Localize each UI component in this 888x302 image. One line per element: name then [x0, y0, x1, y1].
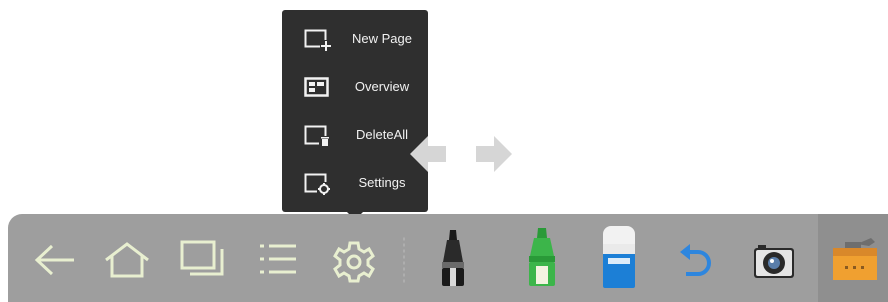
undo-button[interactable]: [672, 214, 722, 302]
eraser-tool[interactable]: [592, 214, 646, 302]
menu-item-overview[interactable]: Overview: [282, 64, 428, 112]
toolbox-icon: [833, 238, 877, 280]
windows-icon: [180, 240, 224, 276]
menu-button[interactable]: [248, 214, 308, 302]
camera-button[interactable]: [746, 214, 802, 302]
green-highlighter-tool[interactable]: [516, 214, 566, 302]
home-button[interactable]: [96, 214, 156, 302]
menu-item-label: Settings: [358, 175, 406, 190]
menu-item-label: New Page: [352, 31, 412, 46]
gear-icon: [333, 241, 375, 283]
back-button[interactable]: [24, 214, 84, 302]
menu-icon: [260, 244, 296, 274]
settings-button[interactable]: [324, 214, 384, 302]
back-icon: [34, 244, 74, 276]
toolbar-divider: [403, 236, 405, 284]
new-page-icon: [304, 29, 332, 52]
settings-page-icon: [304, 173, 332, 196]
menu-item-delete-all[interactable]: DeleteAll: [282, 112, 428, 160]
delete-all-icon: [304, 125, 331, 148]
overview-icon: [304, 77, 329, 97]
menu-item-label: Overview: [354, 79, 410, 94]
green-highlighter-icon: [529, 228, 555, 286]
black-marker-tool[interactable]: [428, 214, 478, 302]
home-icon: [105, 242, 149, 278]
arrow-right-icon[interactable]: [474, 134, 514, 174]
popup-menu: New Page Overview DeleteAll Settings: [282, 10, 428, 212]
arrow-left-icon[interactable]: [408, 134, 448, 174]
windows-button[interactable]: [172, 214, 232, 302]
menu-item-new-page[interactable]: New Page: [282, 16, 428, 64]
camera-icon: [754, 245, 794, 278]
bottom-toolbar: [8, 214, 888, 302]
menu-item-settings[interactable]: Settings: [282, 160, 428, 208]
toolbox-button[interactable]: [818, 214, 888, 302]
eraser-icon: [603, 226, 635, 288]
undo-icon: [680, 244, 711, 276]
black-marker-icon: [442, 230, 464, 286]
